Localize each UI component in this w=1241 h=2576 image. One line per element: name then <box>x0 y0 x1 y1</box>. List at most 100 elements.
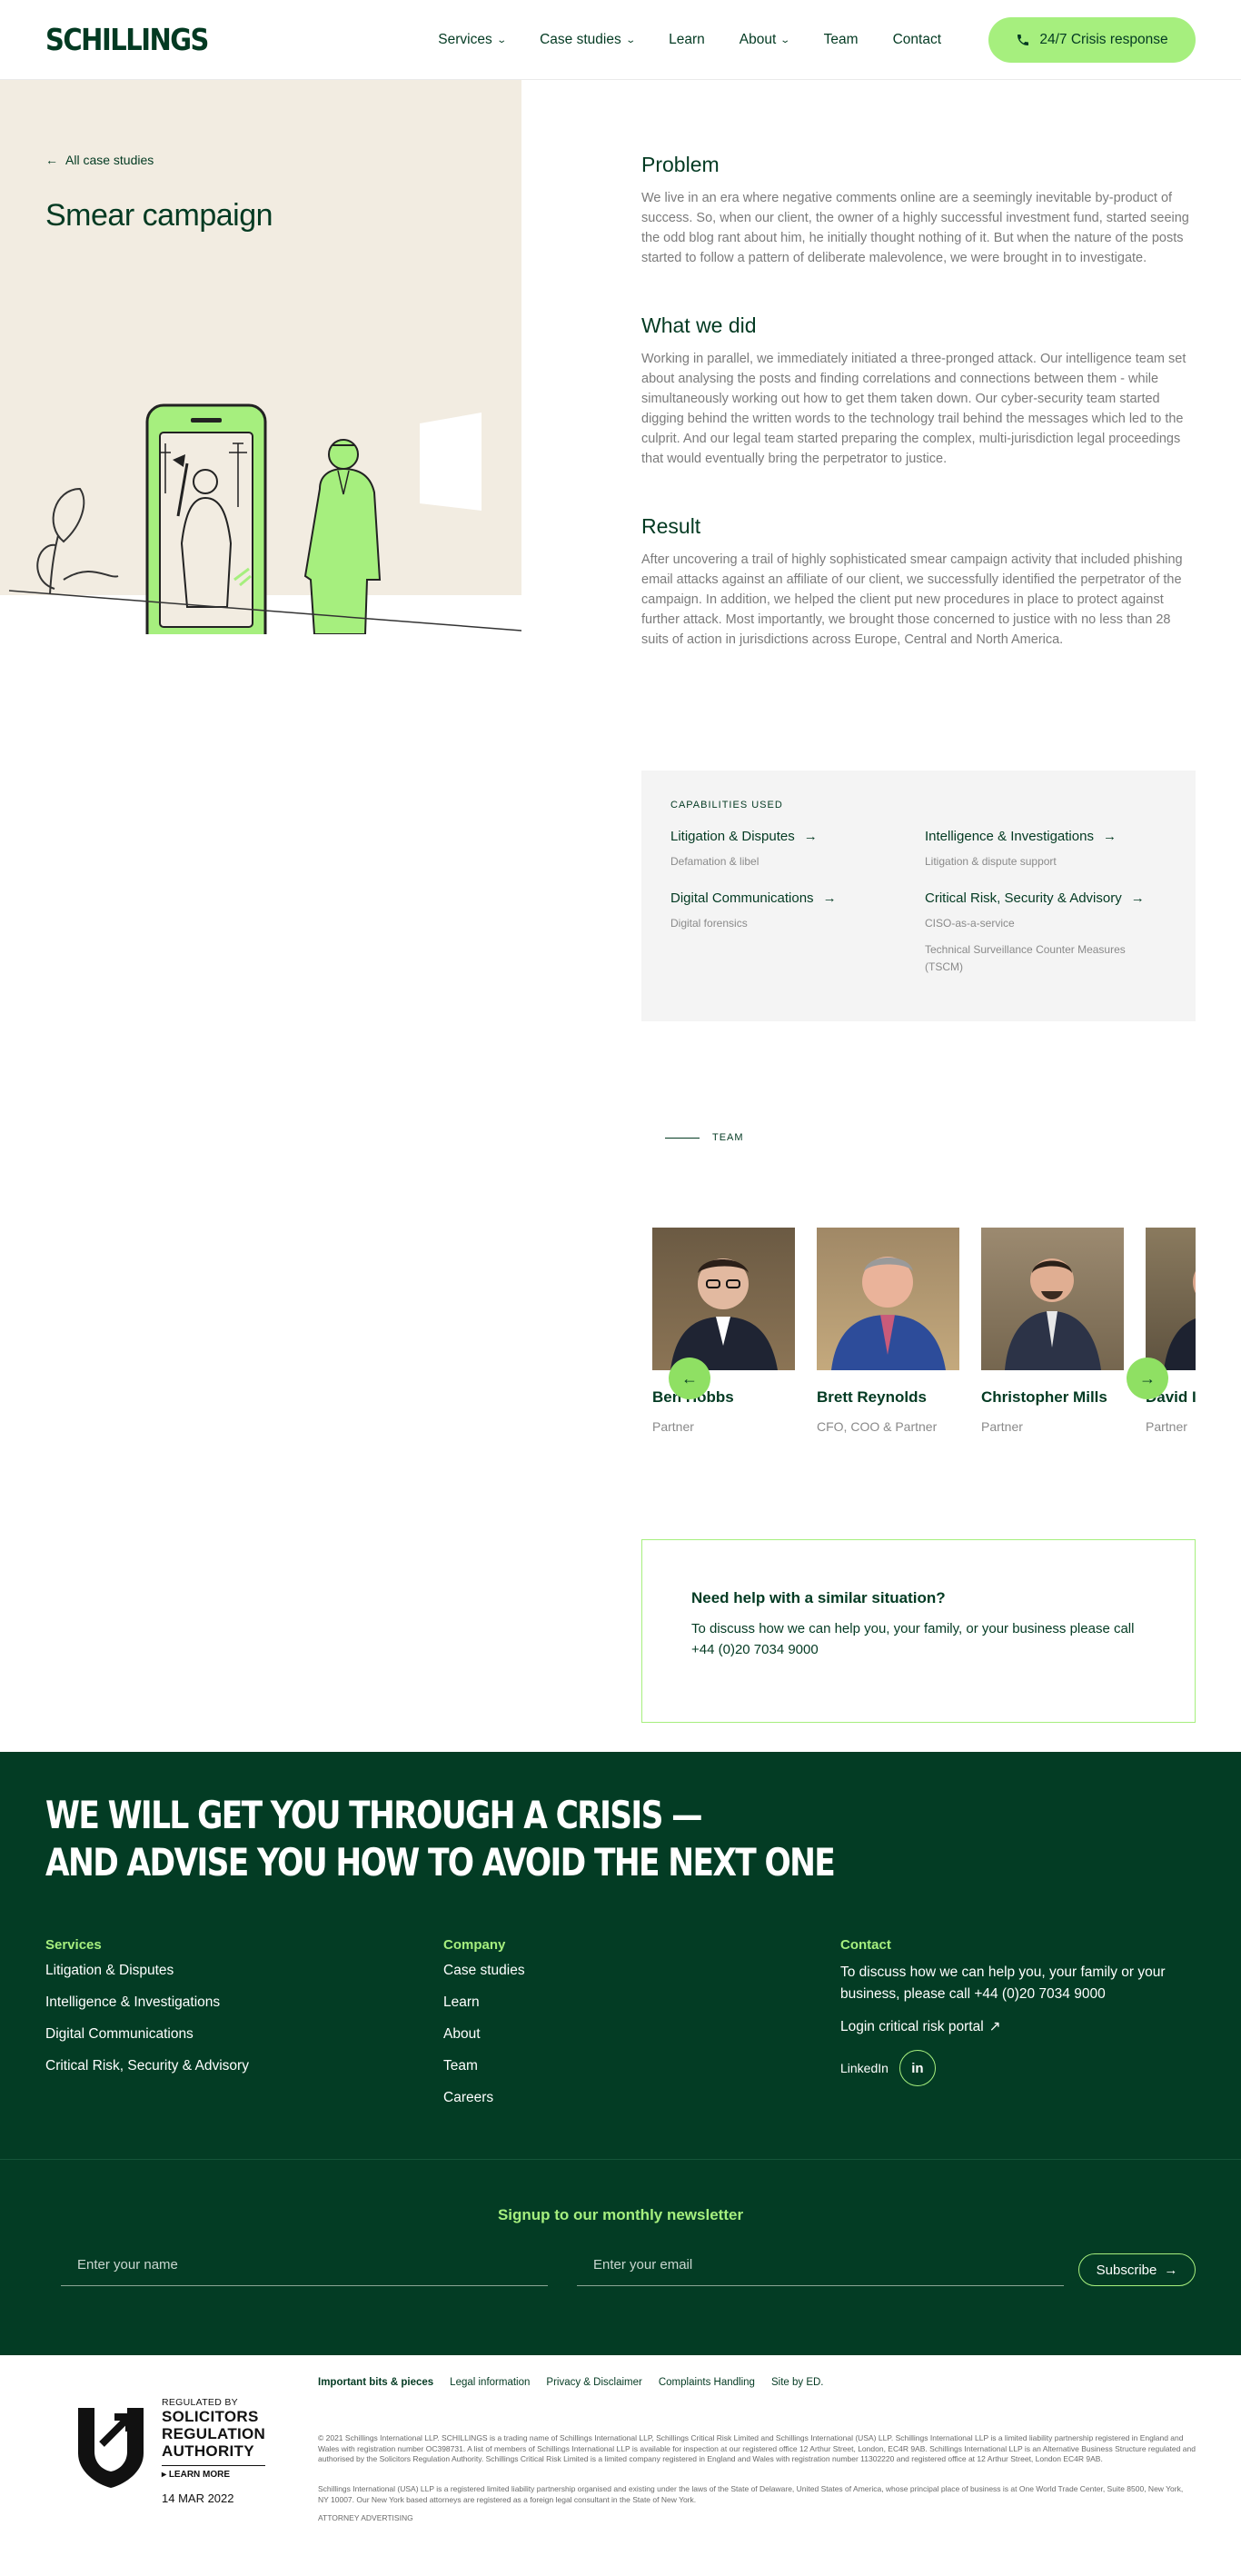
capability-item: Litigation & Disputes → Defamation & libe… <box>670 829 925 870</box>
crisis-response-button[interactable]: 24/7 Crisis response <box>988 16 1196 63</box>
site-logo[interactable]: SCHILLINGS <box>45 22 209 56</box>
site-by-link[interactable]: Site by ED. <box>771 2377 824 2388</box>
nav-case-studies[interactable]: Case studies ⌄ <box>540 32 636 48</box>
arrow-right-icon: → <box>1102 829 1117 844</box>
capability-digital-link[interactable]: Digital Communications → <box>670 890 925 906</box>
sra-badge[interactable]: REGULATED BY SOLICITORS REGULATION AUTHO… <box>74 2392 274 2510</box>
footer-headline-line-2: AND ADVISE YOU HOW TO AVOID THE NEXT ONE <box>45 1840 836 1885</box>
chevron-down-icon: ⌄ <box>779 35 791 45</box>
nav-services[interactable]: Services ⌄ <box>438 31 507 48</box>
capability-title: Digital Communications <box>670 890 814 906</box>
arrow-right-icon: → <box>803 829 818 844</box>
linkedin-icon[interactable]: in <box>898 2050 936 2086</box>
crisis-response-label: 24/7 Crisis response <box>1039 31 1168 47</box>
team-member-name: Brett Reynolds <box>817 1388 927 1406</box>
capability-litigation-link[interactable]: Litigation & Disputes → <box>670 829 925 844</box>
team-member-role: Partner <box>1146 1419 1187 1434</box>
help-title: Need help with a similar situation? <box>691 1589 946 1606</box>
footer-link[interactable]: Careers <box>443 2089 525 2107</box>
chevron-down-icon: ⌄ <box>625 35 636 45</box>
divider <box>665 1137 700 1139</box>
sra-name-line: SOLICITORS <box>162 2408 259 2425</box>
footer-company-column: Company Case studies Learn About Team Ca… <box>443 1937 525 2121</box>
help-callout: Need help with a similar situation? To d… <box>641 1539 1196 1723</box>
newsletter-name-input[interactable]: Enter your name <box>61 2250 548 2286</box>
team-member-role: Partner <box>652 1419 694 1434</box>
newsletter-email-input[interactable]: Enter your email <box>577 2250 1064 2286</box>
capability-sub: Defamation & libel <box>670 855 759 868</box>
team-member-photo <box>1146 1228 1196 1370</box>
chevron-down-icon: ⌄ <box>496 35 507 45</box>
legal-paragraph: © 2021 Schillings International LLP. SCH… <box>318 2433 1196 2463</box>
result-text: After uncovering a trail of highly sophi… <box>641 552 1183 647</box>
capability-critical-risk-link[interactable]: Critical Risk, Security & Advisory → <box>925 890 1179 906</box>
portal-link-label: Login critical risk portal <box>840 2019 984 2034</box>
legal-section: REGULATED BY SOLICITORS REGULATION AUTHO… <box>0 2355 1241 2551</box>
arrow-right-icon: → <box>1130 890 1145 906</box>
nav-contact[interactable]: Contact <box>893 32 941 48</box>
attorney-advertising: ATTORNEY ADVERTISING <box>318 2513 413 2522</box>
sra-learn-label: LEARN MORE <box>168 2470 231 2480</box>
footer-contact-text: To discuss how we can help you, your fam… <box>840 1964 1166 2002</box>
sra-date: 14 MAR 2022 <box>162 2491 234 2505</box>
arrow-right-icon: → <box>1139 1368 1156 1387</box>
team-member-role: CFO, COO & Partner <box>817 1419 938 1434</box>
legal-paragraph: Schillings International (USA) LLP is a … <box>318 2484 1184 2504</box>
footer-link[interactable]: Digital Communications <box>45 2025 249 2044</box>
team-label-text: TEAM <box>712 1132 744 1143</box>
sra-name-line: AUTHORITY <box>162 2442 254 2460</box>
carousel-prev-button[interactable]: ← <box>669 1358 710 1399</box>
linkedin-label: LinkedIn <box>840 2061 889 2075</box>
page-title: Smear campaign <box>45 198 273 233</box>
site-footer: WE WILL GET YOU THROUGH A CRISIS — AND A… <box>0 1752 1241 2355</box>
result-heading: Result <box>641 514 701 538</box>
footer-company-title: Company <box>443 1937 506 1953</box>
footer-services-column: Services Litigation & Disputes Intellige… <box>45 1937 249 2089</box>
footer-contact-column: Contact To discuss how we can help you, … <box>840 1937 1176 2086</box>
case-study-content: ← All case studies Smear campaign Proble… <box>0 80 1241 1752</box>
critical-risk-portal-link[interactable]: Login critical risk portal ↗ <box>840 2018 1176 2036</box>
footer-link[interactable]: Team <box>443 2057 525 2075</box>
nav-team[interactable]: Team <box>824 32 859 48</box>
team-carousel[interactable]: Ben Hobbs Partner Brett Reynolds CFO, CO… <box>652 1228 1196 1464</box>
footer-link[interactable]: Intelligence & Investigations <box>45 1994 249 2012</box>
capability-sub: Digital forensics <box>670 917 748 930</box>
team-section-label: TEAM <box>665 1132 744 1143</box>
team-member-card[interactable]: Ben Hobbs Partner <box>652 1228 795 1434</box>
footer-link[interactable]: Critical Risk, Security & Advisory <box>45 2057 249 2075</box>
team-member-card[interactable]: David Imison Partner <box>1146 1228 1196 1434</box>
privacy-disclaimer-link[interactable]: Privacy & Disclaimer <box>546 2377 641 2388</box>
help-text: To discuss how we can help you, your fam… <box>691 1621 1135 1657</box>
capability-intelligence-link[interactable]: Intelligence & Investigations → <box>925 829 1179 844</box>
carousel-next-button[interactable]: → <box>1127 1358 1168 1399</box>
footer-link[interactable]: About <box>443 2025 525 2044</box>
sra-name-line: REGULATION <box>162 2425 266 2442</box>
case-study-article: Problem We live in an era where negative… <box>641 153 1196 695</box>
subscribe-label: Subscribe <box>1096 2262 1157 2278</box>
team-track: Ben Hobbs Partner Brett Reynolds CFO, CO… <box>652 1228 1196 1434</box>
capability-sub: CISO-as-a-service <box>925 917 1015 930</box>
phone-illustration-image <box>8 403 521 634</box>
subscribe-button[interactable]: Subscribe → <box>1078 2253 1196 2286</box>
newsletter-title: Signup to our monthly newsletter <box>497 2206 744 2223</box>
footer-contact-title: Contact <box>840 1937 891 1953</box>
capability-item: Critical Risk, Security & Advisory → CISO… <box>925 890 1179 976</box>
capability-item: Intelligence & Investigations → Litigatio… <box>925 829 1179 870</box>
team-member-photo <box>981 1228 1124 1370</box>
phone-icon <box>1018 34 1029 45</box>
team-member-photo <box>652 1228 795 1370</box>
team-member-card[interactable]: Christopher Mills Partner <box>981 1228 1124 1434</box>
arrow-right-icon: → <box>1164 2262 1178 2278</box>
nav-services-label: Services <box>438 31 492 47</box>
back-to-case-studies-link[interactable]: ← All case studies <box>45 153 154 167</box>
footer-link[interactable]: Litigation & Disputes <box>45 1962 249 1980</box>
complaints-handling-link[interactable]: Complaints Handling <box>659 2377 755 2388</box>
team-member-card[interactable]: Brett Reynolds CFO, COO & Partner <box>817 1228 959 1434</box>
nav-learn[interactable]: Learn <box>669 32 705 48</box>
nav-about[interactable]: About ⌄ <box>740 32 791 48</box>
problem-text: We live in an era where negative comment… <box>641 191 1189 265</box>
arrow-left-icon: ← <box>681 1368 698 1387</box>
legal-information-link[interactable]: Legal information <box>450 2377 530 2388</box>
footer-link[interactable]: Learn <box>443 1994 525 2012</box>
footer-link[interactable]: Case studies <box>443 1962 525 1980</box>
